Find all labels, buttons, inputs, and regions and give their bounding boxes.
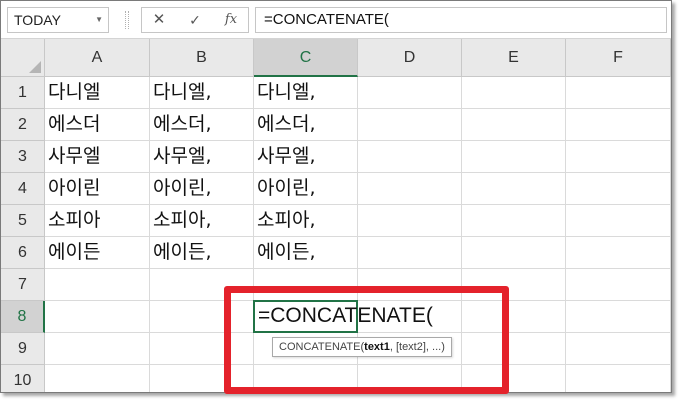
cell-e1[interactable]: [462, 77, 566, 109]
cell-e8[interactable]: [462, 301, 566, 333]
cell-e2[interactable]: [462, 109, 566, 141]
cell-b4[interactable]: 아이린,: [150, 173, 254, 205]
column-header-a[interactable]: A: [45, 39, 150, 77]
cell-b3[interactable]: 사무엘,: [150, 141, 254, 173]
row-header-2[interactable]: 2: [1, 109, 45, 141]
name-box-value: TODAY: [14, 12, 61, 28]
name-box[interactable]: TODAY ▼: [7, 7, 109, 33]
cell-c4[interactable]: 아이린,: [254, 173, 358, 205]
formula-bar: TODAY ▼ ✕ ✓ fx =CONCATENATE(: [1, 1, 671, 39]
cell-a1[interactable]: 다니엘: [45, 77, 150, 109]
column-header-e[interactable]: E: [462, 39, 566, 77]
row-header-8[interactable]: 8: [1, 301, 45, 333]
row-header-7[interactable]: 7: [1, 269, 45, 301]
row-header-4[interactable]: 4: [1, 173, 45, 205]
cell-a3[interactable]: 사무엘: [45, 141, 150, 173]
cell-c7[interactable]: [254, 269, 358, 301]
cell-d10[interactable]: [358, 365, 462, 392]
cell-c8[interactable]: =CONCATENATE(: [253, 300, 433, 333]
row-header-5[interactable]: 5: [1, 205, 45, 237]
cell-b5[interactable]: 소피아,: [150, 205, 254, 237]
formula-bar-grip[interactable]: [125, 11, 129, 29]
cell-b1[interactable]: 다니엘,: [150, 77, 254, 109]
cell-f5[interactable]: [566, 205, 671, 237]
cell-a8[interactable]: [45, 301, 150, 333]
column-header-d[interactable]: D: [358, 39, 462, 77]
cell-b2[interactable]: 에스더,: [150, 109, 254, 141]
cell-e4[interactable]: [462, 173, 566, 205]
cell-c6[interactable]: 에이든,: [254, 237, 358, 269]
cell-a5[interactable]: 소피아: [45, 205, 150, 237]
cell-c10[interactable]: [254, 365, 358, 392]
cell-f1[interactable]: [566, 77, 671, 109]
cell-d5[interactable]: [358, 205, 462, 237]
cell-a10[interactable]: [45, 365, 150, 392]
cell-f4[interactable]: [566, 173, 671, 205]
select-all-corner[interactable]: [1, 39, 45, 77]
cell-c2[interactable]: 에스더,: [254, 109, 358, 141]
row-header-1[interactable]: 1: [1, 77, 45, 109]
column-header-b[interactable]: B: [150, 39, 254, 77]
cell-f3[interactable]: [566, 141, 671, 173]
insert-function-icon[interactable]: fx: [216, 8, 246, 32]
cancel-icon[interactable]: ✕: [144, 8, 174, 32]
enter-icon[interactable]: ✓: [180, 8, 210, 32]
cell-f2[interactable]: [566, 109, 671, 141]
cell-f10[interactable]: [566, 365, 671, 392]
cell-b9[interactable]: [150, 333, 254, 365]
row-header-10[interactable]: 10: [1, 365, 45, 392]
cell-e10[interactable]: [462, 365, 566, 392]
formula-input[interactable]: =CONCATENATE(: [255, 7, 667, 33]
cell-d4[interactable]: [358, 173, 462, 205]
cell-e3[interactable]: [462, 141, 566, 173]
column-header-f[interactable]: F: [566, 39, 671, 77]
select-all-triangle-icon: [29, 61, 41, 73]
cell-e7[interactable]: [462, 269, 566, 301]
cell-f7[interactable]: [566, 269, 671, 301]
row-header-6[interactable]: 6: [1, 237, 45, 269]
cell-b7[interactable]: [150, 269, 254, 301]
cell-e9[interactable]: [462, 333, 566, 365]
spreadsheet-grid: A B C D E F 1 다니엘 다니엘, 다니엘, 2 에스더 에스더, 에스더, 3 사무엘 사무엘, 사무…: [1, 39, 671, 392]
row-header-3[interactable]: 3: [1, 141, 45, 173]
cell-f6[interactable]: [566, 237, 671, 269]
cell-c5[interactable]: 소피아,: [254, 205, 358, 237]
cell-d1[interactable]: [358, 77, 462, 109]
formula-buttons: ✕ ✓ fx: [141, 7, 249, 33]
cell-d3[interactable]: [358, 141, 462, 173]
tooltip-current-argument[interactable]: text1: [364, 341, 390, 353]
cell-a9[interactable]: [45, 333, 150, 365]
cell-f8[interactable]: [566, 301, 671, 333]
cell-c1[interactable]: 다니엘,: [254, 77, 358, 109]
cell-a6[interactable]: 에이든: [45, 237, 150, 269]
tooltip-other-arguments: , [text2], ...): [389, 341, 445, 353]
column-header-c[interactable]: C: [254, 39, 358, 77]
cell-d2[interactable]: [358, 109, 462, 141]
cell-b10[interactable]: [150, 365, 254, 392]
cell-c3[interactable]: 사무엘,: [254, 141, 358, 173]
cell-b6[interactable]: 에이든,: [150, 237, 254, 269]
cell-d6[interactable]: [358, 237, 462, 269]
cell-a2[interactable]: 에스더: [45, 109, 150, 141]
function-tooltip[interactable]: CONCATENATE(text1, [text2], ...): [272, 337, 452, 357]
cell-f9[interactable]: [566, 333, 671, 365]
cell-b8[interactable]: [150, 301, 254, 333]
cell-a7[interactable]: [45, 269, 150, 301]
tooltip-function-name[interactable]: CONCATENATE(: [279, 341, 364, 353]
row-header-9[interactable]: 9: [1, 333, 45, 365]
cell-e6[interactable]: [462, 237, 566, 269]
cell-a4[interactable]: 아이린: [45, 173, 150, 205]
chevron-down-icon[interactable]: ▼: [95, 8, 103, 32]
cell-d7[interactable]: [358, 269, 462, 301]
excel-window: TODAY ▼ ✕ ✓ fx =CONCATENATE( A B C D E F 1 다니엘 다…: [0, 0, 672, 393]
cell-e5[interactable]: [462, 205, 566, 237]
